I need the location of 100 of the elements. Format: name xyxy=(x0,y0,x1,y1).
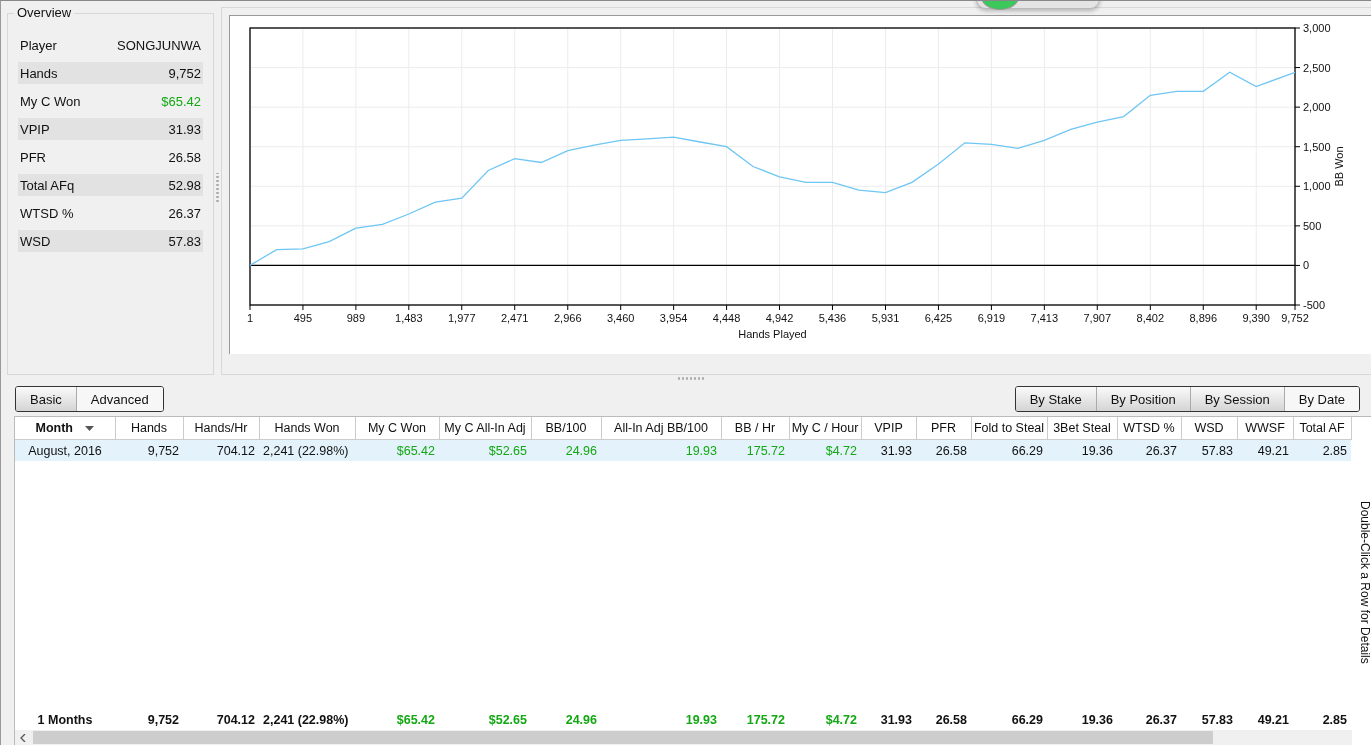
column-header[interactable]: My C Won xyxy=(355,417,439,440)
table-cell[interactable]: 26.37 xyxy=(1117,439,1181,461)
stat-label: My C Won xyxy=(20,93,81,109)
stat-value: $65.42 xyxy=(161,93,202,109)
total-cell-text: 26.58 xyxy=(934,712,968,729)
x-tick-label: 8,402 xyxy=(1136,312,1165,324)
stat-value: SONGJUNWA xyxy=(117,37,202,53)
y-tick-label: 0 xyxy=(1303,259,1310,272)
stat-value: 57.83 xyxy=(168,233,202,249)
x-tick-label: 5,436 xyxy=(818,312,847,324)
table-cell[interactable]: 2,241 (22.98%) xyxy=(259,439,355,461)
table-cell[interactable]: 9,752 xyxy=(115,439,183,461)
x-tick-label: 3,954 xyxy=(659,312,688,324)
total-cell-text: 704.12 xyxy=(215,712,256,729)
column-header[interactable]: WWSF xyxy=(1237,417,1293,440)
total-cell-text: 24.96 xyxy=(564,712,598,729)
stat-value: 26.37 xyxy=(168,205,202,221)
stat-value: 52.98 xyxy=(168,177,202,193)
total-cell-text: 1 Months xyxy=(36,712,94,729)
column-header[interactable]: BB/100 xyxy=(531,417,601,440)
total-cell-text: 19.93 xyxy=(684,712,718,729)
y-tick-label: 2,000 xyxy=(1303,101,1331,114)
group-by-button[interactable]: By Stake xyxy=(1015,387,1097,411)
y-tick-label: 1,000 xyxy=(1303,180,1331,193)
x-tick-label: 495 xyxy=(293,312,313,324)
y-tick-label: 500 xyxy=(1303,219,1322,232)
x-tick-label: 1,977 xyxy=(448,312,476,324)
table-cell[interactable]: August, 2016 xyxy=(15,439,115,461)
total-cell-text: 31.93 xyxy=(879,712,913,729)
table-cell[interactable]: 57.83 xyxy=(1181,439,1237,461)
total-cell-text: 175.72 xyxy=(745,712,786,729)
x-tick-label: 6,425 xyxy=(924,312,953,324)
total-cell-text: $65.42 xyxy=(395,712,436,729)
y-axis-title: BB Won xyxy=(1333,146,1345,187)
total-cell-text: 66.29 xyxy=(1010,712,1044,729)
table-cell[interactable]: 26.58 xyxy=(916,439,971,461)
y-tick-label: 3,000 xyxy=(1303,22,1331,34)
x-tick-label: 1 xyxy=(246,312,254,324)
horizontal-scrollbar[interactable] xyxy=(15,730,1352,745)
x-tick-label: 4,448 xyxy=(712,312,741,324)
stat-value: 31.93 xyxy=(168,121,202,137)
table-cell[interactable]: 49.21 xyxy=(1237,439,1293,461)
x-tick-label: 7,413 xyxy=(1030,312,1059,324)
total-cell-text: 26.37 xyxy=(1144,712,1178,729)
stat-label: VPIP xyxy=(20,121,50,137)
table-cell[interactable]: 2.85 xyxy=(1293,439,1351,461)
column-header[interactable]: PFR xyxy=(916,417,971,440)
scroll-left-icon[interactable] xyxy=(19,733,27,742)
x-axis-title: Hands Played xyxy=(738,328,807,340)
x-tick-label: 9,390 xyxy=(1242,312,1270,324)
x-tick-label: 1,483 xyxy=(395,312,423,324)
total-cell-text: 19.36 xyxy=(1080,712,1114,729)
column-header[interactable]: Hands/Hr xyxy=(183,417,259,440)
overview-title: Overview xyxy=(14,5,75,20)
stat-label: PFR xyxy=(20,149,46,165)
stat-value: 26.58 xyxy=(168,149,202,165)
stat-label: Total AFq xyxy=(20,177,75,193)
total-cell-text: 2,241 (22.98%) xyxy=(262,712,350,729)
column-header[interactable]: Hands xyxy=(115,417,183,440)
stat-value: 9,752 xyxy=(168,65,202,81)
column-header[interactable]: Total AF xyxy=(1293,417,1351,440)
y-tick-label: 2,500 xyxy=(1303,61,1331,74)
stat-label: WTSD % xyxy=(20,205,74,221)
table-cell[interactable]: 66.29 xyxy=(971,439,1047,461)
table-cell[interactable]: 704.12 xyxy=(183,439,259,461)
x-tick-label: 2,966 xyxy=(554,312,582,324)
column-header[interactable]: Fold to Steal xyxy=(971,417,1047,440)
stat-label: Hands xyxy=(20,65,58,81)
column-header[interactable]: My C / Hour xyxy=(789,417,861,440)
x-tick-label: 2,471 xyxy=(500,312,529,324)
column-header[interactable]: 3Bet Steal xyxy=(1047,417,1117,440)
total-cell-text: $4.72 xyxy=(824,712,858,729)
total-cell-text: 57.83 xyxy=(1200,712,1234,729)
column-header[interactable]: WSD xyxy=(1181,417,1237,440)
view-toggle-button[interactable]: Basic xyxy=(16,387,77,411)
column-header[interactable]: VPIP xyxy=(861,417,916,440)
column-header[interactable]: Hands Won xyxy=(259,417,355,440)
table-cell[interactable]: 19.36 xyxy=(1047,439,1117,461)
x-tick-label: 8,896 xyxy=(1189,312,1218,324)
total-cell-text: $52.65 xyxy=(487,712,528,729)
column-header[interactable]: My C All-In Adj xyxy=(439,417,531,440)
sort-caret-icon xyxy=(85,425,94,432)
y-tick-label: -500 xyxy=(1303,299,1326,311)
side-hint: Double-Click a Row for Details xyxy=(1356,500,1371,666)
x-tick-label: 7,907 xyxy=(1083,312,1112,324)
stat-label: WSD xyxy=(20,233,51,249)
column-header[interactable]: Month xyxy=(15,417,115,440)
group-by-button[interactable]: By Date xyxy=(1284,387,1359,411)
x-tick-label: 5,931 xyxy=(871,312,900,324)
stat-label: Player xyxy=(20,37,57,53)
table-cell[interactable]: 31.93 xyxy=(861,439,916,461)
column-header[interactable]: All-In Adj BB/100 xyxy=(601,417,721,440)
group-by-button[interactable]: By Position xyxy=(1096,387,1191,411)
x-tick-label: 3,460 xyxy=(606,312,635,324)
x-tick-label: 4,942 xyxy=(765,312,794,324)
x-tick-label: 6,919 xyxy=(977,312,1006,324)
view-toggle-button[interactable]: Advanced xyxy=(76,387,163,411)
group-by-button[interactable]: By Session xyxy=(1190,387,1285,411)
column-header[interactable]: WTSD % xyxy=(1117,417,1181,440)
column-header[interactable]: BB / Hr xyxy=(721,417,789,440)
